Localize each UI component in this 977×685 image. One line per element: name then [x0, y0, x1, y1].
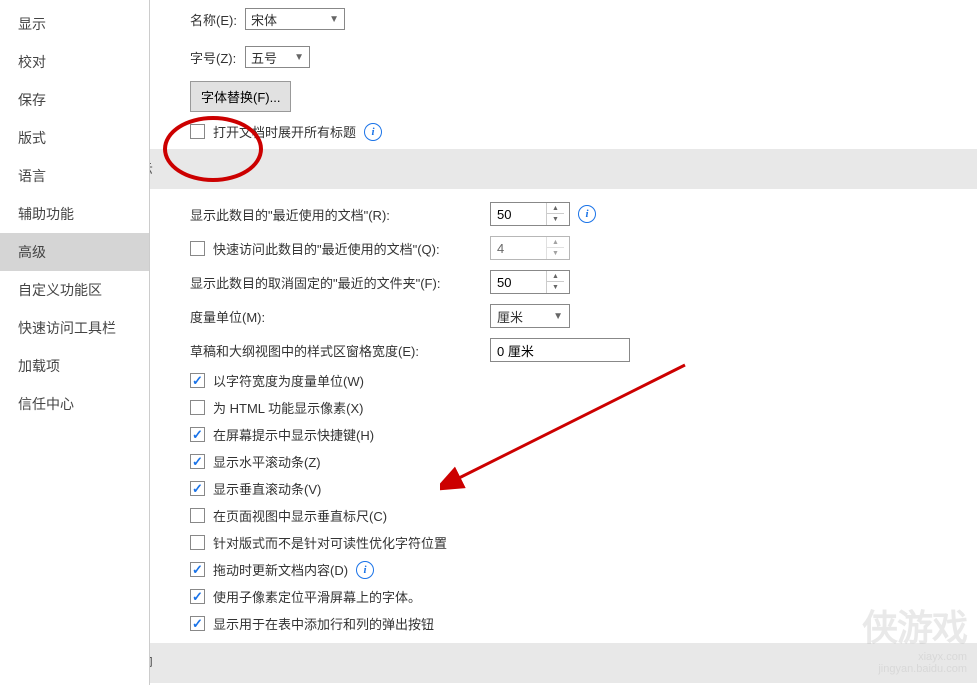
info-icon[interactable]: i: [356, 561, 374, 579]
spinner-down-icon[interactable]: ▼: [547, 214, 564, 225]
display-checkbox-label-6: 针对版式而不是针对可读性优化字符位置: [213, 533, 447, 552]
font-name-label: 名称(E):: [190, 10, 245, 29]
display-checkbox-5[interactable]: [190, 508, 205, 523]
display-checkbox-label-2: 在屏幕提示中显示快捷键(H): [213, 425, 374, 444]
display-checkbox-4[interactable]: [190, 481, 205, 496]
main-panel: 名称(E): 宋体 ▼ 字号(Z): 五号 ▼ 字体替换(F)... 打开文档时…: [150, 0, 977, 685]
display-checkbox-label-9: 显示用于在表中添加行和列的弹出按钮: [213, 614, 434, 633]
unit-label: 度量单位(M):: [190, 307, 490, 326]
style-width-input[interactable]: [490, 338, 630, 362]
font-size-label: 字号(Z):: [190, 48, 245, 67]
spinner-up-icon[interactable]: ▲: [547, 203, 564, 214]
sidebar-item-proofing[interactable]: 校对: [0, 43, 149, 81]
display-checkbox-label-3: 显示水平滚动条(Z): [213, 452, 321, 471]
recent-docs-input[interactable]: [491, 203, 546, 225]
font-size-select[interactable]: 五号 ▼: [245, 46, 310, 68]
info-icon[interactable]: i: [578, 205, 596, 223]
quick-access-input[interactable]: [491, 237, 546, 259]
display-checkbox-label-8: 使用子像素定位平滑屏幕上的字体。: [213, 587, 421, 606]
display-checkbox-1[interactable]: [190, 400, 205, 415]
display-checkbox-label-0: 以字符宽度为度量单位(W): [213, 371, 364, 390]
dropdown-arrow-icon: ▼: [329, 14, 339, 25]
sidebar-item-addins[interactable]: 加载项: [0, 347, 149, 385]
display-checkbox-6[interactable]: [190, 535, 205, 550]
display-checkbox-2[interactable]: [190, 427, 205, 442]
sidebar-item-display[interactable]: 显示: [0, 5, 149, 43]
sidebar-item-language[interactable]: 语言: [0, 157, 149, 195]
recent-docs-input-wrap: ▲ ▼: [490, 202, 570, 226]
recent-docs-label: 显示此数目的"最近使用的文档"(R):: [190, 205, 490, 224]
sidebar: 显示 校对 保存 版式 语言 辅助功能 高级 自定义功能区 快速访问工具栏 加载…: [0, 0, 150, 685]
spinner-down-icon[interactable]: ▼: [547, 282, 564, 293]
sidebar-item-customize-ribbon[interactable]: 自定义功能区: [0, 271, 149, 309]
font-replace-button[interactable]: 字体替换(F)...: [190, 81, 291, 112]
sidebar-item-save[interactable]: 保存: [0, 81, 149, 119]
display-checkbox-7[interactable]: [190, 562, 205, 577]
expand-headings-checkbox[interactable]: [190, 124, 205, 139]
print-section-header: 打印: [150, 643, 977, 683]
display-checkbox-label-7: 拖动时更新文档内容(D): [213, 560, 348, 579]
font-name-select[interactable]: 宋体 ▼: [245, 8, 345, 30]
font-size-value: 五号: [251, 48, 277, 67]
unit-value: 厘米: [497, 307, 523, 326]
sidebar-item-quick-access[interactable]: 快速访问工具栏: [0, 309, 149, 347]
style-width-label: 草稿和大纲视图中的样式区窗格宽度(E):: [190, 341, 490, 360]
quick-access-checkbox[interactable]: [190, 241, 205, 256]
quick-access-input-wrap: ▲ ▼: [490, 236, 570, 260]
display-section-header: 显示: [150, 149, 977, 189]
unpinned-folders-input[interactable]: [491, 271, 546, 293]
spinner-up-icon[interactable]: ▲: [547, 237, 564, 248]
dropdown-arrow-icon: ▼: [294, 52, 304, 63]
font-name-value: 宋体: [251, 10, 277, 29]
expand-headings-label: 打开文档时展开所有标题: [213, 122, 356, 141]
display-checkbox-label-5: 在页面视图中显示垂直标尺(C): [213, 506, 387, 525]
spinner-up-icon[interactable]: ▲: [547, 271, 564, 282]
sidebar-item-accessibility[interactable]: 辅助功能: [0, 195, 149, 233]
sidebar-item-advanced[interactable]: 高级: [0, 233, 149, 271]
display-checkbox-label-1: 为 HTML 功能显示像素(X): [213, 398, 363, 417]
display-checkbox-9[interactable]: [190, 616, 205, 631]
unit-select[interactable]: 厘米 ▼: [490, 304, 570, 328]
quick-access-label: 快速访问此数目的"最近使用的文档"(Q):: [213, 239, 490, 258]
dropdown-arrow-icon: ▼: [553, 311, 563, 322]
info-icon[interactable]: i: [364, 123, 382, 141]
sidebar-item-trust-center[interactable]: 信任中心: [0, 385, 149, 423]
display-checkbox-8[interactable]: [190, 589, 205, 604]
unpinned-folders-label: 显示此数目的取消固定的"最近的文件夹"(F):: [190, 273, 490, 292]
display-checkbox-label-4: 显示垂直滚动条(V): [213, 479, 321, 498]
display-checkbox-3[interactable]: [190, 454, 205, 469]
display-checkbox-0[interactable]: [190, 373, 205, 388]
sidebar-item-layout[interactable]: 版式: [0, 119, 149, 157]
unpinned-folders-input-wrap: ▲ ▼: [490, 270, 570, 294]
spinner-down-icon[interactable]: ▼: [547, 248, 564, 259]
